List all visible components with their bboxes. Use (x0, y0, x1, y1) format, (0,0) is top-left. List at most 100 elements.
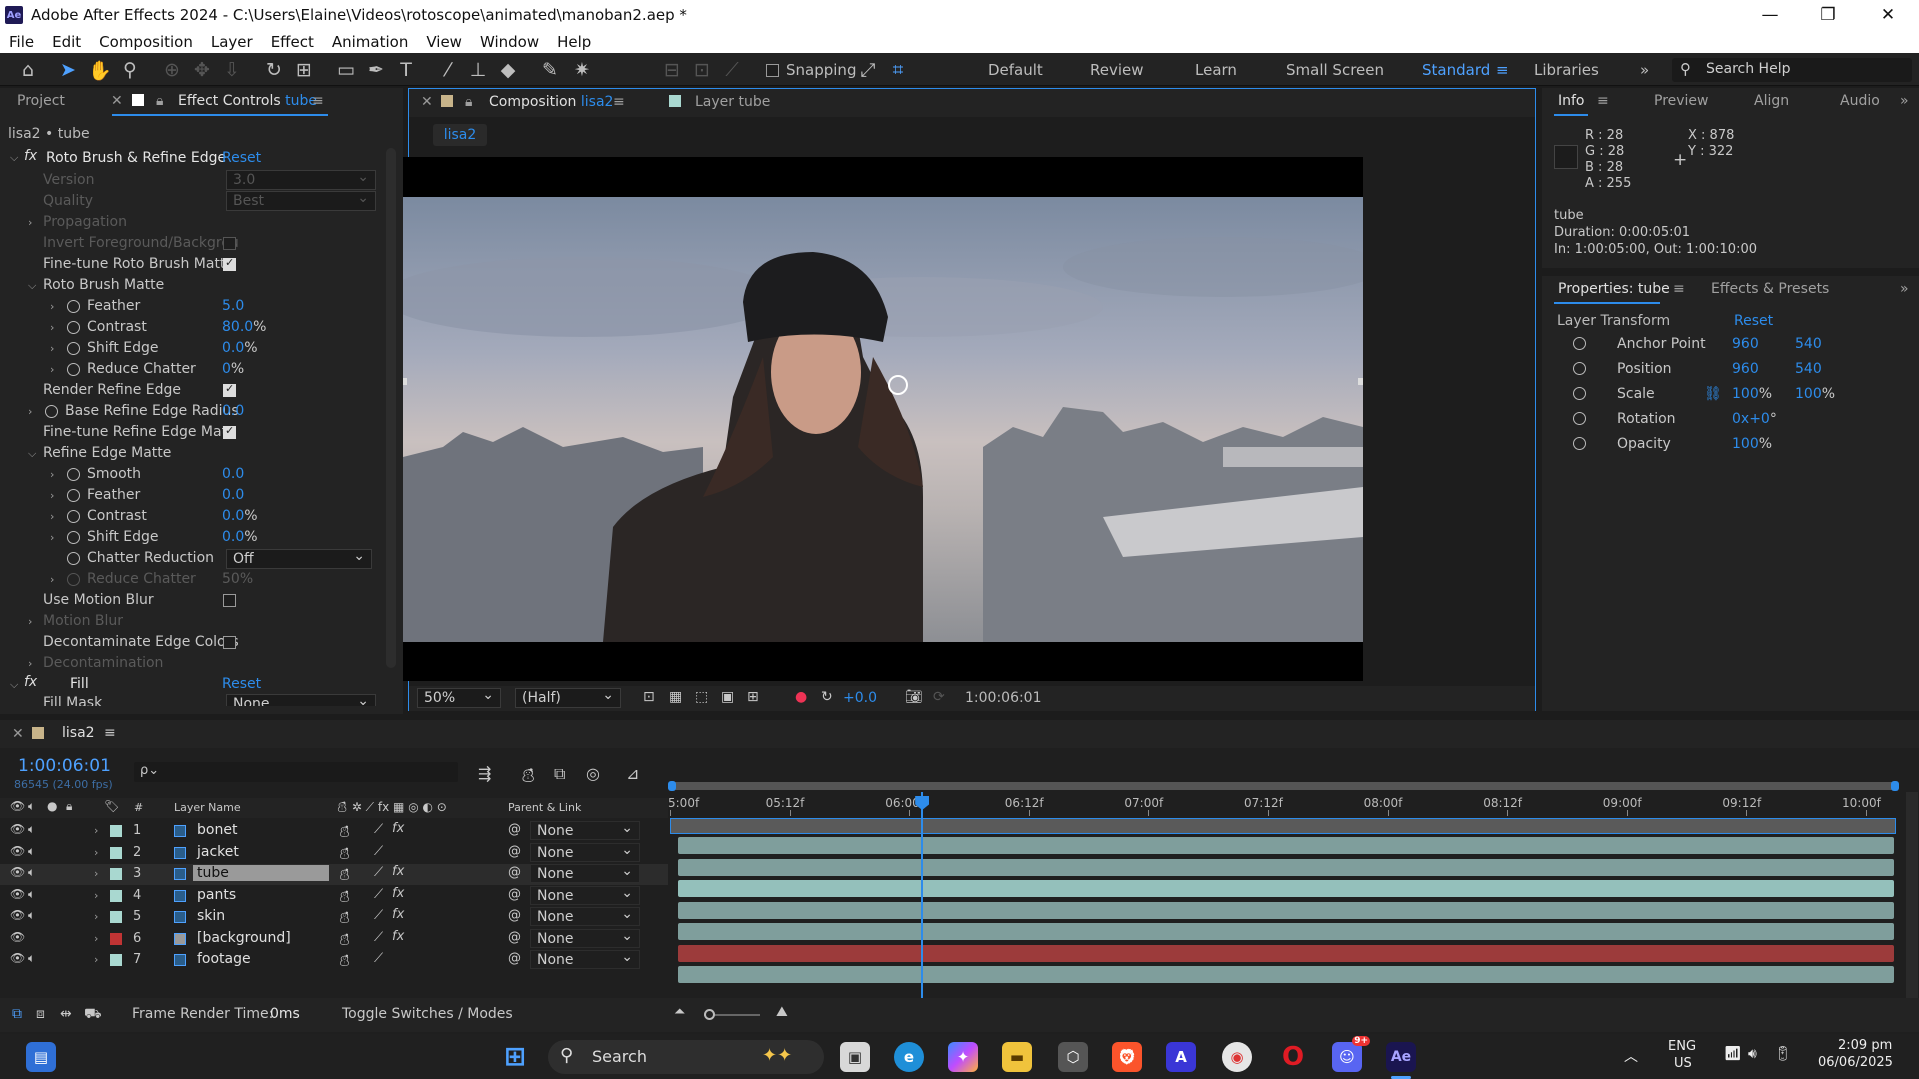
close-button[interactable]: ✕ (1860, 0, 1916, 30)
fill-mask-dropdown[interactable]: None (226, 694, 376, 706)
zoom-out-icon[interactable]: ⏶ (674, 1004, 685, 1020)
shy-switch-icon[interactable]: ⛄︎ (338, 887, 351, 906)
video-visibility-icon[interactable]: 👁︎ (10, 822, 25, 836)
brave-browser-icon[interactable]: 🦁︎ (1112, 1042, 1142, 1072)
chatter-reduction-dropdown[interactable]: Off (226, 547, 372, 569)
position-x[interactable]: 960 (1732, 361, 1759, 377)
expand-reduce-chatter-icon[interactable]: › (50, 363, 54, 376)
parent-dropdown[interactable]: None (530, 841, 640, 862)
expand-layer-icon[interactable]: › (94, 867, 98, 880)
layer-search-input[interactable]: ρ⌄ (134, 762, 458, 782)
video-visibility-icon[interactable]: 👁︎ (10, 908, 25, 922)
eraser-tool-icon[interactable]: ◆ (496, 58, 520, 82)
panel-menu-icon[interactable]: ≡ (104, 725, 116, 741)
pick-whip-icon[interactable]: @ (508, 844, 521, 859)
expand-feather-icon[interactable]: › (50, 300, 54, 313)
panel-menu-icon[interactable]: ≡ (613, 94, 625, 110)
collapse-refine-matte-icon[interactable]: ⌵ (28, 447, 36, 461)
roto-reset-link[interactable]: Reset (222, 150, 261, 166)
expand-shift-edge-icon[interactable]: › (50, 342, 54, 355)
shift2-field[interactable]: 0.0% (222, 529, 258, 545)
stopwatch-icon[interactable] (1573, 387, 1586, 400)
exposure-value[interactable]: +0.0 (843, 690, 877, 706)
decontaminate-checkbox[interactable] (223, 636, 236, 649)
transfer-controls-icon[interactable]: ⧈ (36, 1006, 45, 1022)
volume-icon[interactable]: 🔊︎ (1748, 1046, 1757, 1062)
rotation-tool-icon[interactable]: ↻ (262, 58, 286, 82)
stopwatch-icon[interactable] (67, 321, 80, 334)
pick-whip-icon[interactable]: @ (508, 930, 521, 945)
magnification-dropdown[interactable]: 50% (417, 686, 501, 708)
playhead[interactable] (915, 792, 930, 1004)
layer-duration-bar[interactable] (678, 901, 1894, 919)
wifi-icon[interactable]: 📶︎ (1724, 1046, 1742, 1062)
video-visibility-icon[interactable]: 👁︎ (10, 930, 25, 944)
expand-layer-icon[interactable]: › (94, 889, 98, 902)
workspace-overflow-icon[interactable]: » (1640, 61, 1649, 79)
layer-name[interactable]: jacket (193, 844, 243, 860)
hand-tool-icon[interactable]: ✋ (88, 58, 112, 82)
mask-visibility-icon[interactable]: ⬚ (695, 689, 708, 705)
timeline-zoom-slider[interactable] (704, 1009, 760, 1020)
comp-navigator-tab[interactable]: lisa2 (433, 124, 487, 146)
video-visibility-icon[interactable]: 👁︎ (10, 951, 25, 965)
expand-propagation-icon[interactable]: › (28, 216, 32, 229)
zoom-in-icon[interactable]: ⛰︎ (776, 1004, 788, 1020)
pick-whip-icon[interactable]: @ (508, 822, 521, 837)
expand-layer-icon[interactable]: › (94, 846, 98, 859)
anchor-point-x[interactable]: 960 (1732, 336, 1759, 352)
workspace-small-screen[interactable]: Small Screen (1286, 61, 1384, 79)
video-visibility-icon[interactable]: 👁︎ (10, 887, 25, 901)
widgets-icon[interactable]: ▤ (26, 1042, 56, 1072)
lock-icon[interactable]: 🔒︎ (156, 93, 163, 109)
unity-hub-icon[interactable]: ⬡ (1058, 1042, 1088, 1072)
fx-icon[interactable]: fx (24, 148, 37, 164)
layer-label-color[interactable] (110, 954, 122, 966)
snap-option-icon[interactable]: ⟋ (720, 58, 744, 82)
layer-row[interactable]: 👁︎ 🔈︎ › 2 jacket ⛄︎ ⟋ @ None (0, 841, 668, 864)
tab-properties[interactable]: Properties: tube (1558, 281, 1670, 297)
stopwatch-icon[interactable] (67, 510, 80, 523)
stopwatch-icon[interactable] (67, 489, 80, 502)
shy-switch-icon[interactable]: ⛄︎ (338, 844, 351, 863)
panel-overflow-icon[interactable]: » (1900, 281, 1909, 297)
scrollbar[interactable] (386, 148, 396, 668)
smooth-value[interactable]: 0.0 (222, 466, 244, 482)
effect-switch-icon[interactable]: fx (392, 864, 404, 879)
collapse-fill-icon[interactable]: ⌵ (10, 678, 18, 692)
snapshot-icon[interactable]: 📷︎ (905, 689, 923, 705)
chrome-icon[interactable]: ◉ (1222, 1042, 1252, 1072)
workspace-standard[interactable]: Standard (1422, 61, 1490, 79)
file-explorer-icon[interactable]: ▬ (1002, 1042, 1032, 1072)
home-icon[interactable]: ⌂ (16, 58, 40, 82)
frame-blending-icon[interactable]: ⧉ (554, 764, 565, 784)
parent-dropdown[interactable]: None (530, 905, 640, 926)
shy-switch-icon[interactable]: ⛄︎ (338, 908, 351, 927)
audio-icon[interactable]: 🔈︎ (28, 822, 35, 837)
layer-label-color[interactable] (110, 911, 122, 923)
render-time-icon[interactable]: ⛟ (84, 1006, 102, 1024)
quality-switch-icon[interactable]: ⟋ (374, 822, 383, 837)
edge-browser-icon[interactable]: e (894, 1042, 924, 1072)
workspace-libraries[interactable]: Libraries (1534, 61, 1599, 79)
stopwatch-icon[interactable] (67, 363, 80, 376)
parent-dropdown[interactable]: None (530, 884, 640, 905)
layer-name[interactable]: tube (193, 865, 329, 881)
reset-exposure-icon[interactable]: ↻ (821, 689, 833, 705)
layer-duration-bar[interactable] (678, 923, 1894, 940)
base-radius-value[interactable]: 0.0 (222, 403, 244, 419)
after-effects-taskbar-icon[interactable]: Ae (1386, 1042, 1416, 1072)
pick-whip-icon[interactable]: @ (508, 908, 521, 923)
expand-decontamination-icon[interactable]: › (28, 657, 32, 670)
tab-align[interactable]: Align (1754, 93, 1789, 109)
layer-duration-bar[interactable] (678, 880, 1894, 897)
region-of-interest-icon[interactable]: ▣ (721, 689, 734, 705)
close-tab-icon[interactable]: ✕ (12, 726, 24, 742)
audio-icon[interactable]: 🔈︎ (28, 887, 35, 902)
contrast-field[interactable]: 80.0% (222, 319, 266, 335)
comp-mini-flowchart-icon[interactable]: ⇶ (478, 764, 491, 783)
menu-file[interactable]: File (0, 33, 43, 51)
panel-menu-icon[interactable]: ≡ (1597, 93, 1609, 109)
expand-reduce2-icon[interactable]: › (50, 573, 54, 586)
snapping-checkbox[interactable] (766, 64, 779, 77)
